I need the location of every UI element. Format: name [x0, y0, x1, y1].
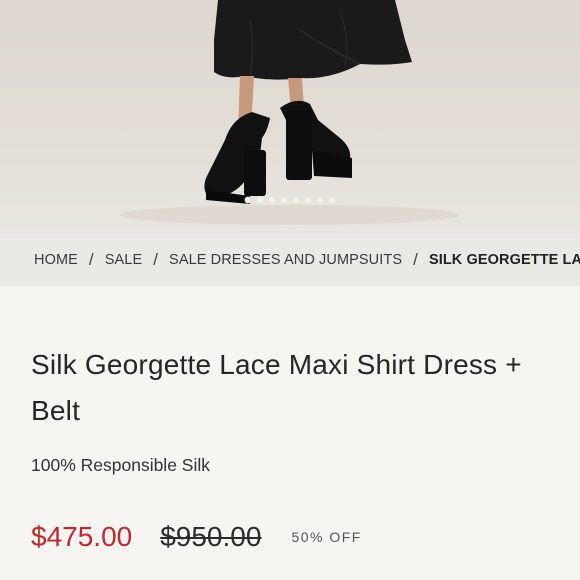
breadcrumb-current: SILK GEORGETTE LACE MAXI SHIRT DRESS + B…	[428, 252, 580, 268]
gallery-dot-3[interactable]	[269, 197, 275, 203]
discount-badge: 50% OFF	[291, 529, 362, 545]
gallery-dot-1[interactable]	[245, 197, 251, 203]
breadcrumb-separator: /	[88, 250, 94, 269]
sale-price: $475.00	[31, 521, 133, 552]
product-image-gallery[interactable]	[0, 0, 580, 234]
product-title: Silk Georgette Lace Maxi Shirt Dress + B…	[31, 349, 522, 426]
price-row: $475.00 $950.00 50% OFF	[31, 521, 362, 553]
breadcrumb-separator: /	[413, 250, 418, 269]
gallery-dot-8[interactable]	[329, 197, 335, 203]
gallery-dot-2[interactable]	[257, 197, 263, 203]
product-subtitle: 100% Responsible Silk	[31, 455, 210, 475]
gallery-dot-4[interactable]	[281, 197, 287, 203]
breadcrumb-home[interactable]: HOME	[34, 252, 78, 268]
gallery-dot-6[interactable]	[305, 197, 311, 203]
original-price: $950.00	[160, 521, 262, 552]
gallery-dot-5[interactable]	[293, 197, 299, 203]
breadcrumb-sale[interactable]: SALE	[105, 252, 142, 268]
gallery-pagination	[0, 197, 580, 203]
breadcrumb-separator: /	[153, 250, 159, 269]
breadcrumb: HOME / SALE / SALE DRESSES AND JUMPSUITS…	[0, 234, 580, 286]
breadcrumb-sale-dresses[interactable]: SALE DRESSES AND JUMPSUITS	[169, 252, 402, 268]
gallery-dot-7[interactable]	[317, 197, 323, 203]
